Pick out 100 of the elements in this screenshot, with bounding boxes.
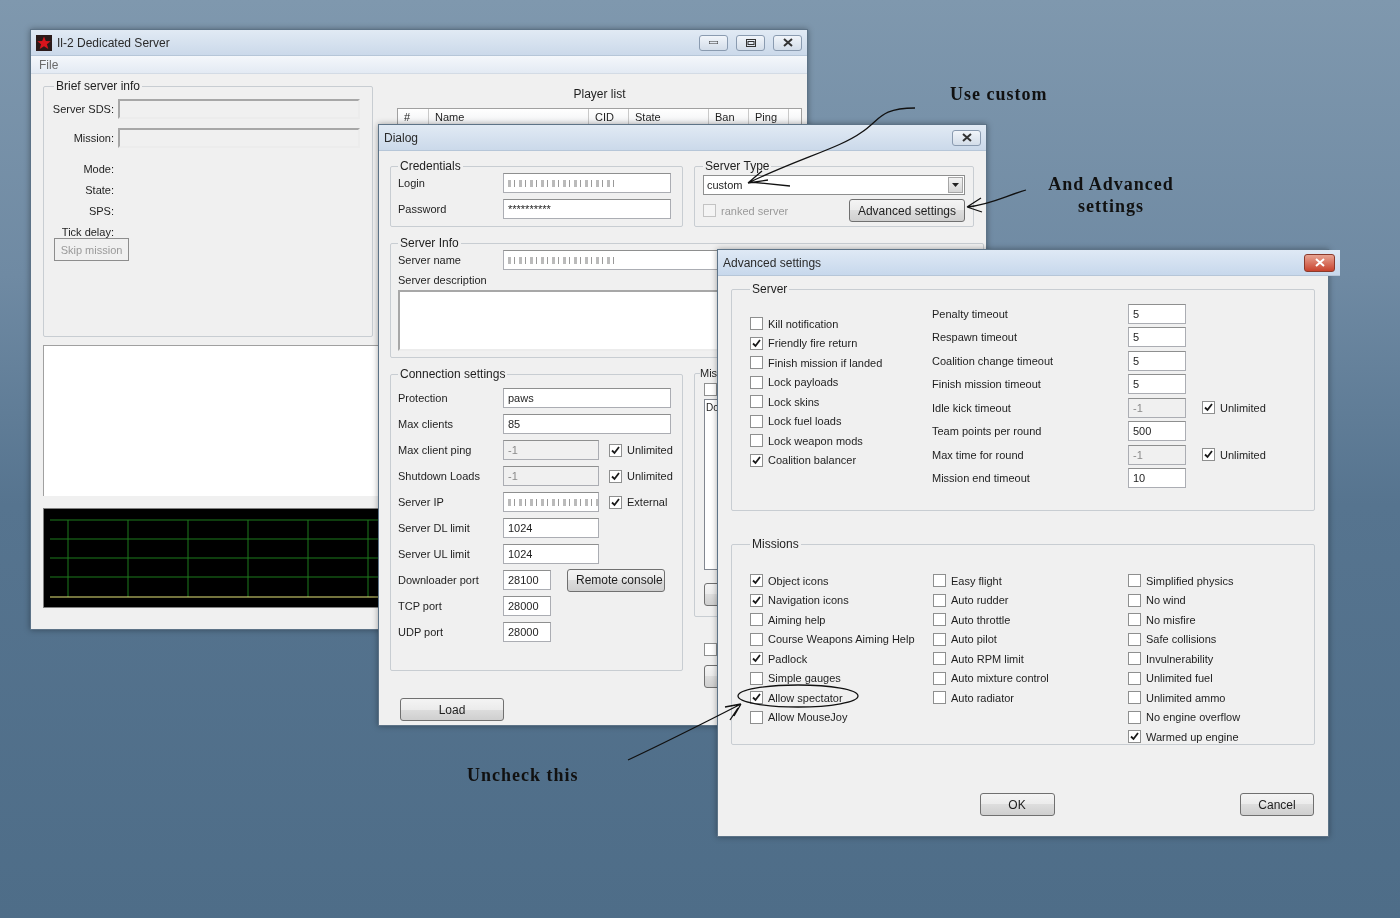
checkbox[interactable] bbox=[750, 710, 763, 724]
checkbox[interactable] bbox=[933, 613, 946, 627]
checkbox[interactable] bbox=[1128, 730, 1141, 744]
checkbox[interactable] bbox=[933, 632, 946, 646]
input-field[interactable]: 5 bbox=[1128, 303, 1186, 324]
checkbox[interactable] bbox=[750, 434, 763, 448]
checkbox-label[interactable]: Object icons bbox=[768, 574, 829, 587]
checkbox[interactable] bbox=[750, 453, 763, 467]
input-field[interactable]: 500 bbox=[1128, 421, 1186, 442]
checkbox[interactable] bbox=[1128, 632, 1141, 646]
checkbox-label[interactable]: Warmed up engine bbox=[1146, 730, 1239, 743]
input-field[interactable]: 5 bbox=[1128, 374, 1186, 395]
checkbox[interactable] bbox=[750, 632, 763, 646]
checkbox[interactable] bbox=[750, 395, 763, 409]
checkbox-label[interactable]: Allow MouseJoy bbox=[768, 711, 848, 724]
checkbox-label[interactable]: Unlimited fuel bbox=[1146, 672, 1213, 685]
checkbox[interactable] bbox=[1128, 671, 1141, 685]
checkbox[interactable] bbox=[933, 691, 946, 705]
close-button[interactable] bbox=[1304, 253, 1335, 272]
input-field[interactable]: 85 bbox=[503, 414, 671, 434]
checkbox[interactable] bbox=[750, 574, 763, 588]
checkbox-label[interactable]: Easy flight bbox=[951, 574, 1002, 587]
checkbox-label[interactable]: Auto mixture control bbox=[951, 672, 1049, 685]
checkbox[interactable] bbox=[1128, 710, 1141, 724]
checkbox-label[interactable]: Aiming help bbox=[768, 613, 826, 626]
close-button[interactable] bbox=[773, 34, 802, 51]
checkbox-label[interactable]: Lock weapon mods bbox=[768, 434, 863, 447]
checkbox-label[interactable]: Auto rudder bbox=[951, 594, 1009, 607]
input-field[interactable] bbox=[503, 492, 599, 512]
checkbox[interactable] bbox=[750, 414, 763, 428]
checkbox-label[interactable]: Invulnerability bbox=[1146, 652, 1214, 665]
checkbox-label[interactable]: Allow spectator bbox=[768, 691, 843, 704]
checkbox-label[interactable]: Course Weapons Aiming Help bbox=[768, 633, 915, 646]
cancel-button[interactable]: Cancel bbox=[1240, 793, 1314, 816]
checkbox-label[interactable]: Safe collisions bbox=[1146, 633, 1217, 646]
checkbox-label[interactable]: No engine overflow bbox=[1146, 711, 1241, 724]
checkbox-label[interactable]: Auto pilot bbox=[951, 633, 997, 646]
checkbox-label[interactable]: Lock skins bbox=[768, 395, 820, 408]
load-button[interactable]: Load bbox=[400, 698, 504, 721]
checkbox-label[interactable]: Simple gauges bbox=[768, 672, 841, 685]
checkbox-label[interactable]: Lock fuel loads bbox=[768, 415, 842, 428]
checkbox[interactable] bbox=[750, 356, 763, 370]
checkbox-label[interactable]: Padlock bbox=[768, 652, 808, 665]
checkbox[interactable] bbox=[1128, 613, 1141, 627]
checkbox[interactable] bbox=[750, 652, 763, 666]
minimize-button[interactable] bbox=[699, 34, 728, 51]
checkbox[interactable] bbox=[933, 652, 946, 666]
checkbox-label[interactable]: No misfire bbox=[1146, 613, 1196, 626]
checkbox[interactable] bbox=[750, 336, 763, 350]
menu-item[interactable]: File bbox=[39, 57, 59, 72]
checkbox-label[interactable]: Finish mission if landed bbox=[768, 356, 883, 369]
checkbox-label[interactable]: Kill notification bbox=[768, 317, 839, 330]
input-field[interactable] bbox=[503, 173, 671, 193]
checkbox[interactable] bbox=[750, 671, 763, 685]
window-title: Advanced settings bbox=[723, 255, 822, 270]
checkbox-label[interactable]: Navigation icons bbox=[768, 594, 849, 607]
checkbox[interactable] bbox=[609, 495, 622, 509]
checkbox-label[interactable]: Unlimited ammo bbox=[1146, 691, 1226, 704]
input-field[interactable]: 1024 bbox=[503, 544, 599, 564]
checkbox[interactable] bbox=[933, 574, 946, 588]
checkbox-label[interactable]: Coalition balancer bbox=[768, 454, 857, 467]
checkbox-label[interactable]: Auto RPM limit bbox=[951, 652, 1024, 665]
remote-console-button[interactable]: Remote console bbox=[567, 568, 665, 592]
input-field[interactable] bbox=[118, 128, 360, 148]
checkbox-label[interactable]: No wind bbox=[1146, 594, 1186, 607]
input-field[interactable]: 28000 bbox=[503, 622, 551, 642]
checkbox-label[interactable]: Simplified physics bbox=[1146, 574, 1234, 587]
checkbox[interactable] bbox=[750, 613, 763, 627]
field-label: TCP port bbox=[398, 600, 443, 612]
checkbox[interactable] bbox=[750, 375, 763, 389]
checkbox[interactable] bbox=[1128, 574, 1141, 588]
input-field[interactable]: 10 bbox=[1128, 468, 1186, 489]
checkbox[interactable] bbox=[933, 671, 946, 685]
input-field[interactable]: ********** bbox=[503, 199, 671, 219]
checkbox[interactable] bbox=[750, 691, 763, 705]
input-field[interactable]: 5 bbox=[1128, 327, 1186, 348]
input-field[interactable]: 28100 bbox=[503, 570, 551, 590]
checkbox[interactable] bbox=[704, 383, 717, 396]
input-field[interactable]: paws bbox=[503, 388, 671, 408]
checkbox[interactable] bbox=[1128, 652, 1141, 666]
input-field[interactable] bbox=[118, 99, 360, 119]
checkbox[interactable] bbox=[750, 593, 763, 607]
checkbox-label[interactable]: Auto throttle bbox=[951, 613, 1011, 626]
checkbox-label[interactable]: Auto radiator bbox=[951, 691, 1014, 704]
advanced-settings-button[interactable]: Advanced settings bbox=[848, 199, 965, 222]
input-field[interactable]: 1024 bbox=[503, 518, 599, 538]
checkbox[interactable] bbox=[1128, 691, 1141, 705]
checkbox-label[interactable]: Lock payloads bbox=[768, 376, 839, 389]
input-field[interactable]: 5 bbox=[1128, 350, 1186, 371]
dropdown[interactable]: custom bbox=[703, 175, 965, 195]
checkbox[interactable] bbox=[933, 593, 946, 607]
ok-button[interactable]: OK bbox=[979, 793, 1055, 816]
checkbox-label[interactable]: Friendly fire return bbox=[768, 337, 858, 350]
close-button[interactable] bbox=[952, 129, 981, 146]
maximize-button[interactable] bbox=[736, 34, 765, 51]
checkbox[interactable] bbox=[704, 643, 717, 656]
input-field[interactable]: 28000 bbox=[503, 596, 551, 616]
checkbox[interactable] bbox=[1128, 593, 1141, 607]
checkbox[interactable] bbox=[750, 317, 763, 331]
checkbox-label[interactable]: External bbox=[627, 496, 668, 508]
